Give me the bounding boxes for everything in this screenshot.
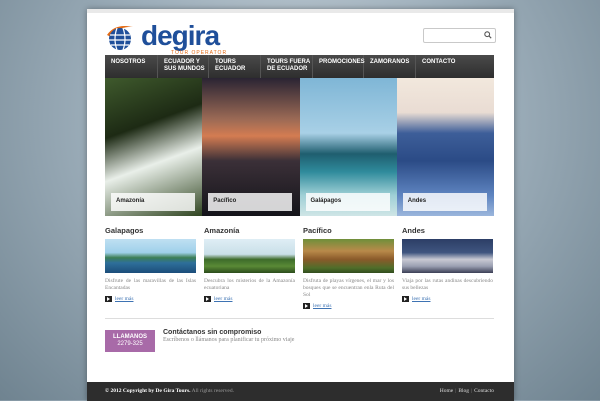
call-label: LLAMANOS [113,334,147,340]
play-arrow-icon [105,296,112,302]
banner-panel-galapagos[interactable]: Galápagos [299,78,397,216]
contact-subtitle: Escríbenos o llámanos para planificar tu… [163,337,295,343]
call-us-button[interactable]: LLAMANOS 2279-325 [105,330,155,352]
divider [105,318,494,319]
logo[interactable]: degira TOUR OPERATOR [105,20,226,56]
nav-item-tours-ecuador[interactable]: Tours Ecuador [209,55,261,78]
destination-title: Andes [402,226,425,235]
destination-description: Descubra los misterios de la Amazonía ec… [204,278,295,291]
destination-image[interactable] [303,239,394,273]
nav-item-contacto[interactable]: Contacto [416,55,494,78]
footer: © 2012 Copyright by De Gira Tours. All r… [87,382,514,401]
destination-description: Disfrute de las maravillas de las Islas … [105,278,196,291]
destination-galapagos: Galapagos Disfrute de las maravillas de … [105,226,196,302]
footer-link-blog[interactable]: Blog [458,388,469,394]
banner-label: Galápagos [305,193,390,211]
play-arrow-icon [402,296,409,302]
destination-amazonia: Amazonía Descubra los misterios de la Am… [204,226,295,302]
page-container: degira TOUR OPERATOR Nosotros Ecuador y … [87,9,514,401]
logo-text: degira [141,20,220,51]
destination-columns: Galapagos Disfrute de las maravillas de … [105,226,494,309]
hero-banner: Amazonía Pacífico Galápagos Andes [105,78,494,216]
read-more-link[interactable]: leer más [204,296,295,302]
search-icon[interactable] [484,31,492,39]
search-box [423,28,496,43]
search-input[interactable] [426,29,480,40]
top-strip [87,9,514,13]
destination-image[interactable] [204,239,295,273]
nav-item-ecuador-y-sus-mundos[interactable]: Ecuador y sus mundos [158,55,209,78]
destination-title: Amazonía [204,226,240,235]
footer-link-home[interactable]: Home [440,388,453,394]
read-more-link[interactable]: leer más [105,296,196,302]
banner-label: Andes [402,193,487,211]
footer-link-contacto[interactable]: Contacto [474,388,494,394]
destination-title: Pacífico [303,226,332,235]
destination-description: Viaja por las rutas andinas descubriendo… [402,278,493,291]
footer-links: Home | Blog | Contacto [439,388,494,394]
nav-item-promociones[interactable]: Promociones [313,55,365,78]
banner-label: Amazonía [111,193,195,211]
read-more-link[interactable]: leer más [402,296,493,302]
copyright-text: © 2012 Copyright by De Gira Tours. All r… [105,388,234,394]
nav-item-zamoranos[interactable]: Zamoranos [364,55,416,78]
banner-label: Pacífico [208,193,293,211]
globe-logo-icon [107,26,133,51]
nav-item-tours-fuera-de-ecuador[interactable]: Tours fuera de Ecuador [261,55,313,78]
destination-description: Disfruta de playas vírgenes, el mar y lo… [303,278,394,298]
contact-title: Contáctanos sin compromiso [163,329,262,336]
destination-image[interactable] [105,239,196,273]
destination-pacifico: Pacífico Disfruta de playas vírgenes, el… [303,226,394,309]
banner-panel-amazonia[interactable]: Amazonía [105,78,203,216]
banner-panel-pacifico[interactable]: Pacífico [202,78,300,216]
nav-item-nosotros[interactable]: Nosotros [105,55,158,78]
destination-andes: Andes Viaja por las rutas andinas descub… [402,226,493,302]
destination-title: Galapagos [105,226,144,235]
banner-panel-andes[interactable]: Andes [396,78,494,216]
read-more-link[interactable]: leer más [303,303,394,309]
main-nav: Nosotros Ecuador y sus mundos Tours Ecua… [105,55,494,78]
play-arrow-icon [303,303,310,309]
play-arrow-icon [204,296,211,302]
destination-image[interactable] [402,239,493,273]
call-number: 2279-325 [117,341,143,347]
